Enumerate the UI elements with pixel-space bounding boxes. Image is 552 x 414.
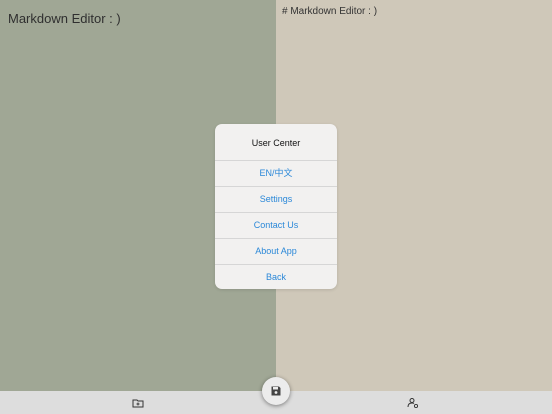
folder-icon-glyph xyxy=(132,399,144,408)
user-settings-icon[interactable] xyxy=(406,396,420,410)
user-settings-icon-glyph xyxy=(407,398,419,409)
back-button[interactable]: Back xyxy=(215,264,337,289)
settings-button[interactable]: Settings xyxy=(215,186,337,212)
preview-title: Markdown Editor : ) xyxy=(8,11,121,26)
about-app-button[interactable]: About App xyxy=(215,238,337,264)
source-text[interactable]: # Markdown Editor : ) xyxy=(282,6,377,17)
contact-us-button[interactable]: Contact Us xyxy=(215,212,337,238)
language-toggle-button[interactable]: EN/中文 xyxy=(215,160,337,186)
folder-icon[interactable] xyxy=(131,396,145,410)
save-button[interactable] xyxy=(262,377,290,405)
user-center-dialog: User Center EN/中文 Settings Contact Us Ab… xyxy=(215,124,337,289)
dialog-title: User Center xyxy=(251,138,301,148)
save-icon xyxy=(271,386,281,396)
